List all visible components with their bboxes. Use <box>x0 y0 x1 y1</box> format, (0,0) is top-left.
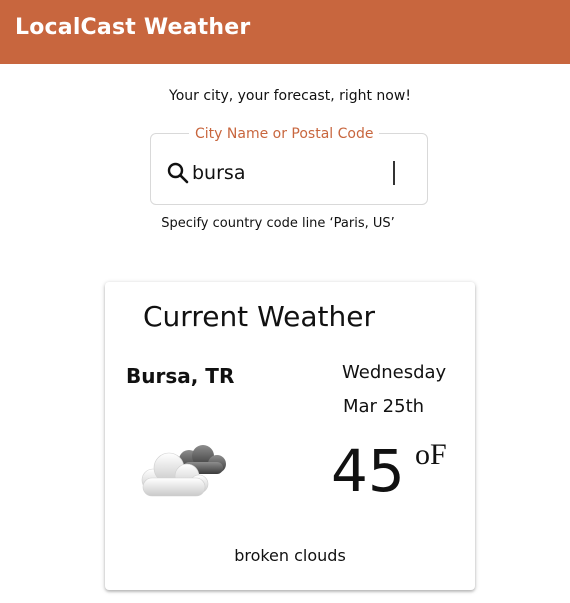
app-title: LocalCast Weather <box>15 15 251 40</box>
card-title: Current Weather <box>143 300 375 333</box>
app-toolbar: LocalCast Weather <box>0 0 570 64</box>
city-search-label: City Name or Postal Code <box>189 126 380 142</box>
broken-clouds-icon <box>141 445 226 497</box>
search-icon <box>167 162 189 184</box>
text-caret <box>393 161 395 185</box>
city-search-field[interactable]: City Name or Postal Code <box>150 126 428 205</box>
tagline: Your city, your forecast, right now! <box>169 88 411 104</box>
weekday: Wednesday <box>342 362 447 383</box>
current-weather-card: Current Weather Bursa, TR Wednesday Mar … <box>105 282 475 590</box>
search-hint: Specify country code line ‘Paris, US’ <box>161 216 395 231</box>
temperature-unit: oF <box>415 438 447 471</box>
city-search-input[interactable] <box>192 160 417 186</box>
temperature: 45 <box>331 437 405 505</box>
city-name: Bursa, TR <box>126 364 235 388</box>
date: Mar 25th <box>343 396 425 417</box>
weather-description: broken clouds <box>234 546 346 565</box>
